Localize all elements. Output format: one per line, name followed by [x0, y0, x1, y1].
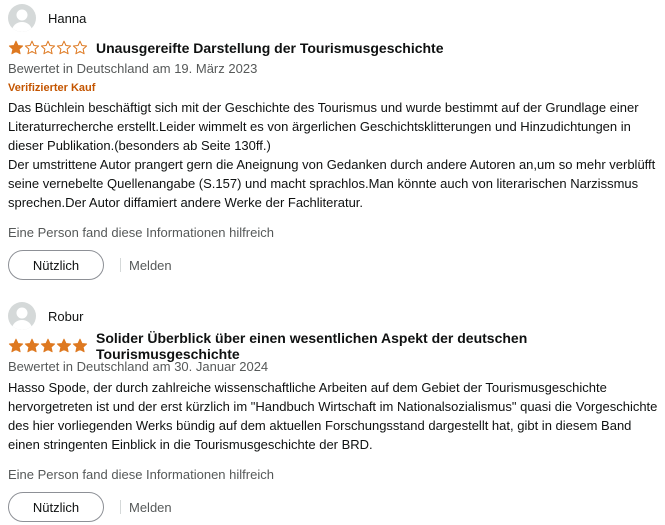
avatar-icon — [8, 4, 36, 32]
review-card: Robur Solider Überblick über einen wesen… — [8, 298, 660, 522]
filled-star-icon — [8, 40, 24, 55]
avatar-icon — [8, 302, 36, 330]
reviewer-profile[interactable]: Robur — [8, 301, 660, 331]
review-body: Hasso Spode, der durch zahlreiche wissen… — [8, 378, 660, 454]
filled-star-icon — [40, 338, 56, 353]
filled-star-icon — [8, 338, 24, 353]
empty-star-icon — [72, 40, 88, 55]
reviewer-name: Robur — [48, 308, 84, 324]
empty-star-icon — [40, 40, 56, 55]
review-card: Hanna Unausgereifte Darstellung der Tour… — [8, 0, 660, 280]
helpful-count: Eine Person fand diese Informationen hil… — [8, 225, 274, 240]
verified-purchase-badge: Verifizierter Kauf — [8, 82, 96, 94]
report-link[interactable]: Melden — [129, 500, 172, 515]
helpful-button[interactable]: Nützlich — [8, 250, 104, 280]
filled-star-icon — [24, 338, 40, 353]
divider — [120, 258, 121, 272]
filled-star-icon — [56, 338, 72, 353]
review-paragraph: Das Büchlein beschäftigt sich mit der Ge… — [8, 100, 639, 153]
helpful-button[interactable]: Nützlich — [8, 492, 104, 522]
reviewer-profile[interactable]: Hanna — [8, 3, 660, 33]
review-paragraph: Hasso Spode, der durch zahlreiche wissen… — [8, 380, 658, 452]
review-date: Bewertet in Deutschland am 19. März 2023 — [8, 61, 258, 76]
review-title[interactable]: Unausgereifte Darstellung der Tourismusg… — [96, 40, 444, 56]
report-link[interactable]: Melden — [129, 258, 172, 273]
helpful-count: Eine Person fand diese Informationen hil… — [8, 467, 274, 482]
review-paragraph: Der umstrittene Autor prangert gern die … — [8, 157, 656, 210]
empty-star-icon — [24, 40, 40, 55]
divider — [120, 500, 121, 514]
star-rating[interactable] — [8, 40, 88, 56]
reviewer-name: Hanna — [48, 10, 87, 26]
empty-star-icon — [56, 40, 72, 55]
star-rating[interactable] — [8, 338, 88, 354]
review-body: Das Büchlein beschäftigt sich mit der Ge… — [8, 98, 660, 212]
filled-star-icon — [72, 338, 88, 353]
